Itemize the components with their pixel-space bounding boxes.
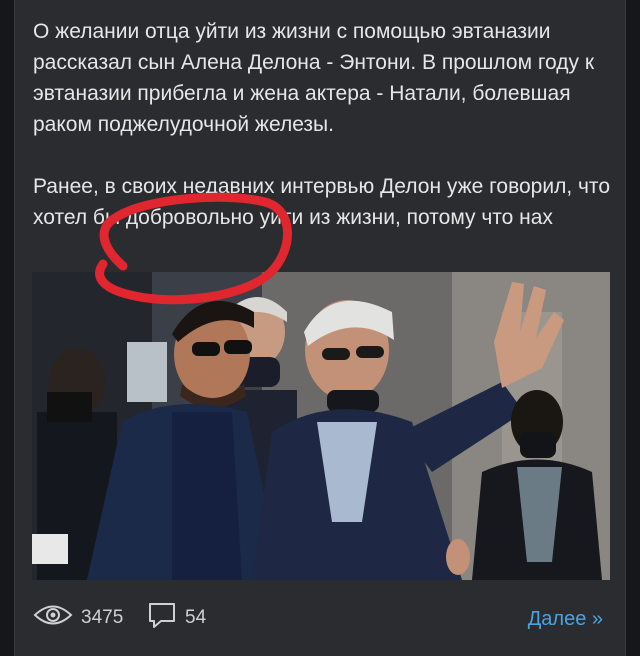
post-photo[interactable] [32, 272, 610, 580]
eye-icon [33, 604, 73, 632]
comments-count: 54 [185, 607, 207, 628]
post-text: О желании отца уйти из жизни с помощью э… [33, 16, 615, 233]
news-card: О желании отца уйти из жизни с помощью э… [14, 0, 626, 656]
post-paragraph-1: О желании отца уйти из жизни с помощью э… [33, 20, 595, 136]
post-footer: 3475 54 Далее » [15, 596, 627, 640]
post-paragraph-2: Ранее, в своих недавних интервью Делон у… [33, 175, 610, 229]
comments-counter[interactable]: 54 [147, 601, 207, 635]
comment-icon [147, 601, 177, 635]
views-count: 3475 [81, 607, 124, 628]
views-counter: 3475 [33, 604, 123, 632]
read-more-link[interactable]: Далее » [528, 608, 603, 631]
